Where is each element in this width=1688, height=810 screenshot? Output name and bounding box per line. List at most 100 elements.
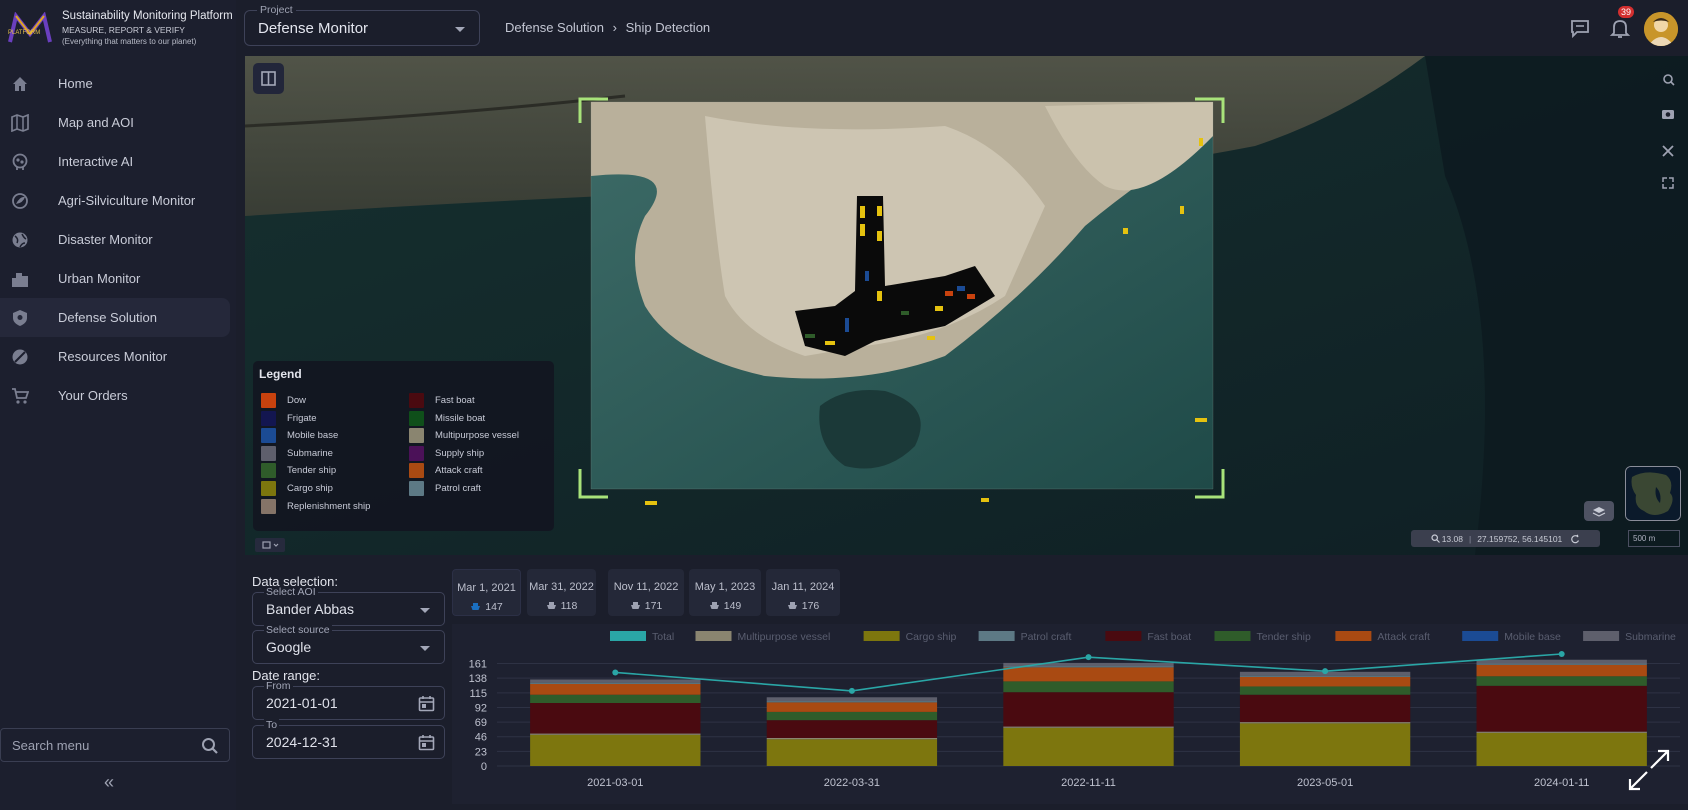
legend-label: Mobile base (287, 430, 339, 441)
y-tick-label: 138 (469, 673, 487, 685)
expand-collapse-icon[interactable] (1623, 744, 1675, 796)
agri-icon (12, 193, 28, 209)
date-to-field[interactable]: To 2024-12-31 (252, 719, 445, 759)
date-card-date: Mar 31, 2022 (529, 581, 594, 593)
split-view-icon (261, 71, 276, 86)
legend-label: Attack craft (1377, 631, 1430, 643)
bar-segment (1476, 663, 1647, 665)
camera-icon[interactable] (1662, 110, 1674, 119)
legend-label: Cargo ship (287, 483, 333, 494)
date-from-field[interactable]: From 2021-01-01 (252, 680, 445, 720)
sidebar: PLATFORM Sustainability Monitoring Platf… (0, 0, 236, 810)
date-card[interactable]: Nov 11, 2022 171 (608, 569, 684, 616)
total-point (848, 687, 855, 694)
layers-icon (1592, 507, 1606, 517)
sidebar-item-resources[interactable]: Resources Monitor (0, 337, 230, 376)
bar-segment (1476, 664, 1647, 677)
tools-icon[interactable] (1662, 145, 1674, 157)
cart-icon (12, 388, 29, 404)
map-status-bar: 13.08 | 27.159752, 56.145101 (1411, 530, 1600, 547)
date-card[interactable]: Mar 1, 2021 147 (452, 569, 521, 616)
legend-swatch (409, 393, 424, 408)
source-select-label: Select source (264, 624, 332, 636)
bar-segment (766, 701, 938, 703)
total-point (612, 669, 619, 676)
aoi-select[interactable]: Select AOI Bander Abbas (252, 586, 445, 626)
bar-segment (1239, 675, 1411, 677)
bar-segment (766, 711, 938, 721)
split-view-button[interactable] (253, 63, 284, 94)
city-icon (12, 273, 28, 287)
legend-item: Multipurpose vessel (409, 428, 519, 443)
calendar-icon[interactable] (418, 695, 435, 712)
map-scale-bar: 500 m (1628, 530, 1680, 547)
sidebar-item-urban[interactable]: Urban Monitor (0, 259, 230, 298)
calendar-icon[interactable] (418, 734, 435, 751)
legend-label: Total (652, 631, 674, 643)
legend-item: Patrol craft (409, 481, 481, 496)
search-menu-input[interactable]: Search menu (0, 728, 230, 762)
brand[interactable]: PLATFORM Sustainability Monitoring Platf… (6, 8, 233, 52)
date-card-count: 149 (723, 600, 742, 612)
ship-count-chart: 0 23 46 69 92 115 138 161 Total Multipurpose vess… (469, 631, 1680, 789)
layers-button[interactable] (1584, 501, 1614, 521)
overview-minimap[interactable] (1625, 466, 1681, 521)
bar-segment (530, 683, 701, 695)
refresh-icon[interactable] (1570, 534, 1580, 544)
date-card[interactable]: Jan 11, 2024 176 (766, 569, 840, 616)
map-view[interactable]: Legend Dow Fast boat Frigate Missile boa… (245, 56, 1688, 555)
aoi-select-value: Bander Abbas (266, 601, 354, 617)
legend-swatch (1462, 631, 1499, 641)
legend-toggle-button[interactable] (255, 538, 285, 552)
ship-icon (546, 602, 556, 609)
search-icon[interactable] (201, 737, 219, 755)
date-card-date: May 1, 2023 (694, 581, 756, 593)
globe-icon (12, 232, 28, 248)
project-select[interactable]: Project Defense Monitor (244, 4, 480, 46)
ship-icon (471, 603, 481, 610)
legend-swatch (409, 428, 424, 443)
legend-item: Missile boat (409, 411, 485, 426)
avatar[interactable] (1644, 12, 1678, 46)
collapse-sidebar-button[interactable]: « (104, 772, 114, 793)
notification-bell-icon[interactable] (1608, 16, 1632, 40)
date-card[interactable]: May 1, 2023 149 (689, 569, 761, 616)
breadcrumb-item[interactable]: Defense Solution (505, 20, 604, 35)
sidebar-item-label: Map and AOI (58, 115, 134, 130)
total-point (1558, 651, 1565, 657)
chat-icon[interactable] (1568, 16, 1592, 40)
date-to-value: 2024-12-31 (266, 734, 338, 750)
x-tick-label: 2024-01-11 (1534, 777, 1589, 789)
sidebar-item-disaster[interactable]: Disaster Monitor (0, 220, 230, 259)
bar-segment (1003, 692, 1174, 727)
resources-icon (12, 349, 28, 365)
x-tick-label: 2021-03-01 (587, 777, 643, 789)
legend-swatch (409, 481, 424, 496)
date-card[interactable]: Mar 31, 2022 118 (527, 569, 596, 616)
sidebar-item-agri[interactable]: Agri-Silviculture Monitor (0, 181, 230, 220)
breadcrumb: Defense Solution › Ship Detection (505, 20, 710, 35)
bar-segment (1239, 722, 1411, 724)
sidebar-item-map-aoi[interactable]: Map and AOI (0, 103, 230, 142)
ship-icon (787, 602, 797, 609)
legend-label: Tender ship (287, 465, 337, 476)
bar-segment (530, 734, 701, 766)
sidebar-item-home[interactable]: Home (0, 64, 230, 103)
legend-label: Patrol craft (1021, 631, 1072, 643)
legend-title: Legend (259, 367, 302, 381)
sidebar-item-orders[interactable]: Your Orders (0, 376, 230, 415)
source-select[interactable]: Select source Google (252, 624, 445, 664)
sidebar-item-interactive-ai[interactable]: Interactive AI (0, 142, 230, 181)
legend-swatch (1335, 631, 1372, 641)
zoom-search-icon[interactable] (1663, 74, 1675, 86)
chevron-down-icon (455, 27, 465, 32)
legend-label: Attack craft (435, 465, 483, 476)
legend-label: Missile boat (435, 413, 486, 424)
bar-segment (766, 720, 938, 738)
date-card-count: 147 (485, 601, 503, 613)
legend-swatch (261, 481, 276, 496)
bar-segment (530, 733, 701, 735)
sidebar-item-defense[interactable]: Defense Solution (0, 298, 230, 337)
fullscreen-icon[interactable] (1662, 177, 1674, 189)
status-divider: | (1468, 533, 1472, 544)
